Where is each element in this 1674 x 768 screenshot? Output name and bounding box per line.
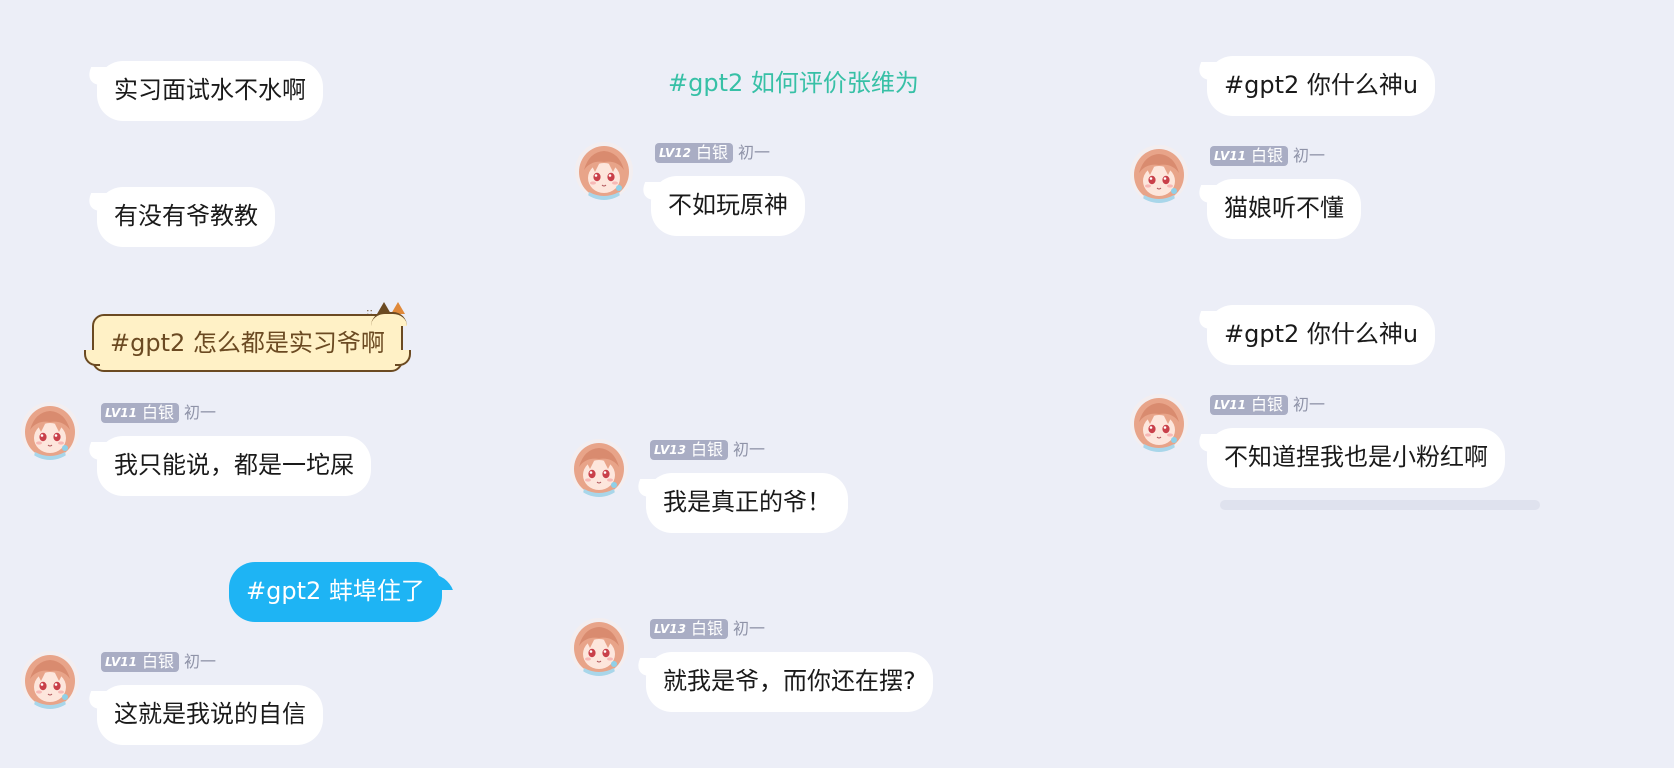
rank-title: 白银: [1250, 146, 1283, 165]
anime-girl-avatar-icon: [575, 142, 633, 200]
sender-meta: LV13 白银 初一: [650, 439, 765, 461]
level-text: LV11: [105, 655, 137, 669]
message-bubble[interactable]: #gpt2 你什么神u: [1207, 56, 1436, 116]
anime-girl-avatar-icon: [21, 651, 79, 709]
level-badge: LV11 白银: [1210, 146, 1288, 166]
message-bubble[interactable]: 不如玩原神: [651, 176, 805, 236]
avatar[interactable]: [570, 618, 628, 676]
level-badge: LV13 白银: [650, 619, 728, 639]
avatar[interactable]: [1130, 394, 1188, 452]
message-text: #gpt2 怎么都是实习爷啊: [110, 329, 385, 357]
sender-meta: LV12 白银 初一: [655, 142, 770, 164]
message-bubble[interactable]: 实习面试水不水啊: [97, 61, 323, 121]
message-bubble[interactable]: 我是真正的爷！: [646, 473, 848, 533]
avatar[interactable]: [1130, 145, 1188, 203]
message-bubble[interactable]: 有没有爷教教: [97, 187, 275, 247]
nickname[interactable]: 初一: [1293, 395, 1325, 415]
level-badge: LV11 白银: [1210, 395, 1288, 415]
nickname[interactable]: 初一: [1293, 146, 1325, 166]
bubble-curl-left: [84, 350, 100, 366]
chat-canvas: 实习面试水不水啊 有没有爷教教 #gpt2 怎么都是实习爷啊 :: LV11 白…: [0, 0, 1674, 768]
level-text: LV11: [105, 406, 137, 420]
level-text: LV11: [1214, 149, 1246, 163]
nickname[interactable]: 初一: [738, 143, 770, 163]
anime-girl-avatar-icon: [570, 618, 628, 676]
rank-title: 白银: [141, 403, 174, 422]
divider-shadow: [1220, 500, 1540, 510]
message-bubble[interactable]: 不知道捏我也是小粉红啊: [1207, 428, 1505, 488]
rank-title: 白银: [690, 440, 723, 459]
level-badge: LV11 白银: [101, 652, 179, 672]
anime-girl-avatar-icon: [21, 402, 79, 460]
bubble-curl-right: [394, 350, 411, 366]
avatar[interactable]: [21, 402, 79, 460]
level-text: LV12: [659, 146, 691, 160]
sender-meta: LV11 白银 初一: [1210, 145, 1325, 167]
level-text: LV11: [1214, 398, 1246, 412]
avatar[interactable]: [570, 439, 628, 497]
sender-meta: LV11 白银 初一: [1210, 394, 1325, 416]
level-text: LV13: [654, 622, 686, 636]
message-bubble[interactable]: 就我是爷，而你还在摆?: [646, 652, 933, 712]
sender-meta: LV13 白银 初一: [650, 618, 765, 640]
nickname[interactable]: 初一: [733, 440, 765, 460]
level-badge: LV11 白银: [101, 403, 179, 423]
anime-girl-avatar-icon: [570, 439, 628, 497]
topic-prompt: #gpt2 如何评价张维为: [668, 69, 919, 97]
message-bubble[interactable]: 我只能说，都是一坨屎: [97, 436, 371, 496]
nickname[interactable]: 初一: [733, 619, 765, 639]
message-bubble[interactable]: #gpt2 你什么神u: [1207, 305, 1436, 365]
message-bubble[interactable]: 猫娘听不懂: [1207, 179, 1361, 239]
message-bubble[interactable]: 这就是我说的自信: [97, 685, 323, 745]
self-message-bubble[interactable]: #gpt2 蚌埠住了: [229, 562, 442, 622]
cat-message-bubble[interactable]: #gpt2 怎么都是实习爷啊 ::: [84, 302, 411, 372]
nickname[interactable]: 初一: [184, 652, 216, 672]
rank-title: 白银: [1250, 395, 1283, 414]
anime-girl-avatar-icon: [1130, 145, 1188, 203]
avatar[interactable]: [575, 142, 633, 200]
anime-girl-avatar-icon: [1130, 394, 1188, 452]
nickname[interactable]: 初一: [184, 403, 216, 423]
rank-title: 白银: [695, 143, 728, 162]
avatar[interactable]: [21, 651, 79, 709]
rank-title: 白银: [690, 619, 723, 638]
level-text: LV13: [654, 443, 686, 457]
sender-meta: LV11 白银 初一: [101, 651, 216, 673]
level-badge: LV13 白银: [650, 440, 728, 460]
rank-title: 白银: [141, 652, 174, 671]
level-badge: LV12 白银: [655, 143, 733, 163]
cat-ears-icon: ::: [363, 302, 407, 326]
sender-meta: LV11 白银 初一: [101, 402, 216, 424]
